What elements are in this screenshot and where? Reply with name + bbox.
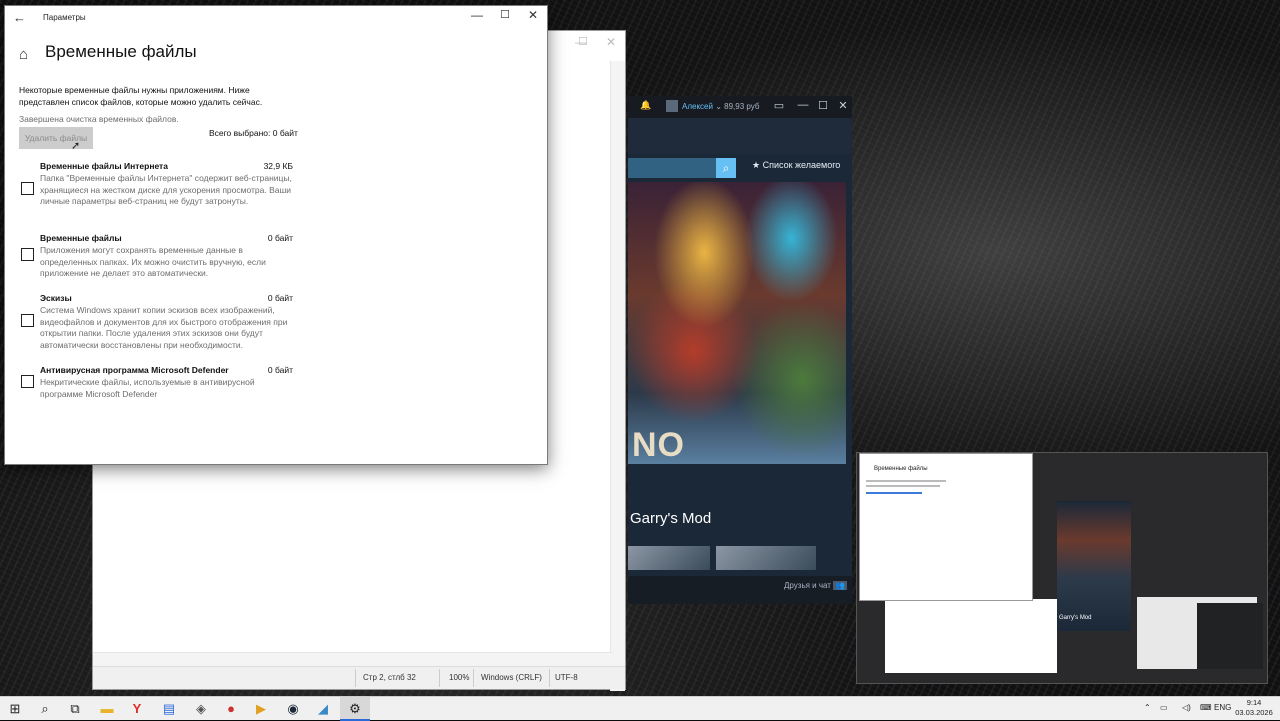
delete-files-button[interactable]: Удалить файлы: [19, 127, 93, 149]
volume-icon[interactable]: ◁): [1182, 703, 1191, 712]
app-icon[interactable]: ◈: [186, 697, 216, 721]
item-size: 0 байт: [267, 233, 293, 243]
avatar[interactable]: [666, 100, 678, 112]
keyboard-icon[interactable]: ⌨: [1200, 703, 1212, 712]
notepad-statusbar: Стр 2, стлб 32 100% Windows (CRLF) UTF-8: [93, 666, 625, 689]
list-item: Эскизы 0 байт Система Windows хранит коп…: [5, 293, 305, 350]
show-hidden-icons-icon[interactable]: ⌃: [1144, 703, 1151, 712]
network-icon[interactable]: ▭: [1160, 703, 1168, 712]
list-item: Временные файлы 0 байт Приложения могут …: [5, 233, 305, 279]
item-name: Временные файлы Интернета: [40, 161, 168, 171]
maximize-icon[interactable]: ☐: [814, 99, 832, 112]
screenshot-thumb[interactable]: [716, 546, 816, 570]
game-icon[interactable]: ●: [216, 697, 246, 721]
notification-bell-icon[interactable]: 🔔: [640, 100, 651, 111]
media-player-icon[interactable]: ▶: [246, 697, 276, 721]
close-icon[interactable]: ✕: [519, 8, 547, 22]
art-caption: NO: [632, 426, 685, 464]
wishlist-button[interactable]: ★ Список желаемого: [752, 160, 840, 171]
item-size: 0 байт: [267, 293, 293, 303]
desktop-thumbnail-dark[interactable]: [1197, 603, 1263, 669]
notepad-icon[interactable]: ▤: [154, 697, 184, 721]
item-description: Некритические файлы, используемые в анти…: [40, 377, 255, 399]
back-arrow-icon[interactable]: ←: [13, 10, 26, 25]
wallet-balance: 89,93 руб: [724, 102, 760, 111]
zoom-level: 100%: [449, 673, 470, 682]
cursor-position: Стр 2, стлб 32: [363, 673, 416, 682]
item-checkbox[interactable]: [21, 314, 34, 327]
cleanup-status: Завершена очистка временных файлов.: [19, 114, 179, 124]
item-name: Эскизы: [40, 293, 72, 303]
clock[interactable]: 9:14 03.03.2026: [1234, 698, 1274, 718]
settings-titlebar: ← Параметры — ☐ ✕: [5, 6, 547, 30]
item-size: 0 байт: [267, 365, 293, 375]
item-checkbox[interactable]: [21, 375, 34, 388]
steam-nav-bar: [628, 118, 852, 154]
task-view-icon[interactable]: ⧉: [60, 697, 90, 721]
search-icon[interactable]: ⌕: [30, 697, 60, 721]
yandex-browser-icon[interactable]: Y: [122, 697, 152, 721]
settings-thumbnail[interactable]: Временные файлы: [859, 453, 1033, 601]
item-description: Папка "Временные файлы Интернета" содерж…: [40, 173, 292, 207]
screenshot-strip: [628, 546, 818, 570]
settings-icon[interactable]: ⚙: [340, 697, 370, 721]
app-title: Параметры: [43, 13, 86, 22]
list-item: Антивирусная программа Microsoft Defende…: [5, 365, 305, 399]
item-name: Временные файлы: [40, 233, 122, 243]
encoding: UTF-8: [555, 673, 578, 682]
steam-thumbnail[interactable]: [1057, 501, 1131, 631]
total-selected: Всего выбрано: 0 байт: [209, 128, 298, 138]
close-icon[interactable]: ✕: [599, 35, 623, 49]
clock-date: 03.03.2026: [1235, 708, 1273, 717]
wishlist-label: Список желаемого: [762, 160, 841, 170]
friends-chat-label: Друзья и чат: [784, 581, 831, 590]
taskbar: ⊞ ⌕ ⧉ ▬ Y ▤ ◈ ● ▶ ◉ ◢ ⚙ ⌃ ▭ ◁) ⌨ ENG 9:1…: [0, 696, 1280, 721]
thumbnail-game-title: Garry's Mod: [1059, 615, 1092, 621]
screenshot-thumb[interactable]: [628, 546, 710, 570]
line-ending: Windows (CRLF): [481, 673, 542, 682]
minimize-icon[interactable]: —: [463, 8, 491, 22]
game-title[interactable]: Garry's Mod: [630, 510, 711, 527]
settings-window: ← Параметры — ☐ ✕ ⌂ Временные файлы Неко…: [4, 5, 548, 465]
clock-time: 9:14: [1246, 698, 1262, 707]
store-search-input[interactable]: [628, 158, 716, 178]
horizontal-scrollbar[interactable]: [93, 652, 613, 667]
close-icon[interactable]: ✕: [834, 99, 852, 112]
steam-account[interactable]: Алексей ⌄ 89,93 руб: [682, 102, 759, 111]
friends-chat-button[interactable]: Друзья и чат 👥: [784, 581, 848, 590]
vertical-scrollbar[interactable]: [610, 61, 625, 691]
mouse-cursor-icon: ➚: [71, 140, 81, 152]
featured-game-art[interactable]: [628, 182, 846, 464]
big-picture-icon[interactable]: ▭: [770, 99, 788, 112]
list-item: Временные файлы Интернета 32,9 КБ Папка …: [5, 161, 305, 217]
notepad-thumbnail[interactable]: [885, 599, 1057, 673]
maximize-icon[interactable]: ☐: [571, 35, 595, 48]
file-explorer-icon[interactable]: ▬: [92, 697, 122, 721]
username: Алексей: [682, 102, 713, 111]
search-icon[interactable]: ⌕: [716, 158, 736, 178]
page-title: Временные файлы: [45, 42, 197, 61]
item-description: Приложения могут сохранять временные дан…: [40, 245, 266, 279]
windows-start-icon[interactable]: ⊞: [0, 697, 30, 721]
item-name: Антивирусная программа Microsoft Defende…: [40, 365, 229, 375]
window-thumbnails: Временные файлы Garry's Mod: [856, 452, 1268, 684]
minimize-icon[interactable]: —: [794, 99, 812, 111]
steam-icon[interactable]: ◉: [278, 697, 308, 721]
item-description: Система Windows хранит копии эскизов все…: [40, 305, 288, 350]
thumbnail-title: Временные файлы: [874, 466, 928, 472]
item-checkbox[interactable]: [21, 248, 34, 261]
maximize-icon[interactable]: ☐: [491, 8, 519, 21]
steam-window: 🔔 Алексей ⌄ 89,93 руб ▭ — ☐ ✕ ⌕ ★ Список…: [628, 96, 852, 604]
item-checkbox[interactable]: [21, 182, 34, 195]
app2-icon[interactable]: ◢: [308, 697, 338, 721]
home-icon[interactable]: ⌂: [19, 46, 28, 63]
language-indicator[interactable]: ENG: [1214, 703, 1231, 712]
page-description: Некоторые временные файлы нужны приложен…: [19, 85, 263, 107]
steam-titlebar: 🔔 Алексей ⌄ 89,93 руб ▭ — ☐ ✕: [628, 96, 852, 118]
item-size: 32,9 КБ: [263, 161, 293, 171]
